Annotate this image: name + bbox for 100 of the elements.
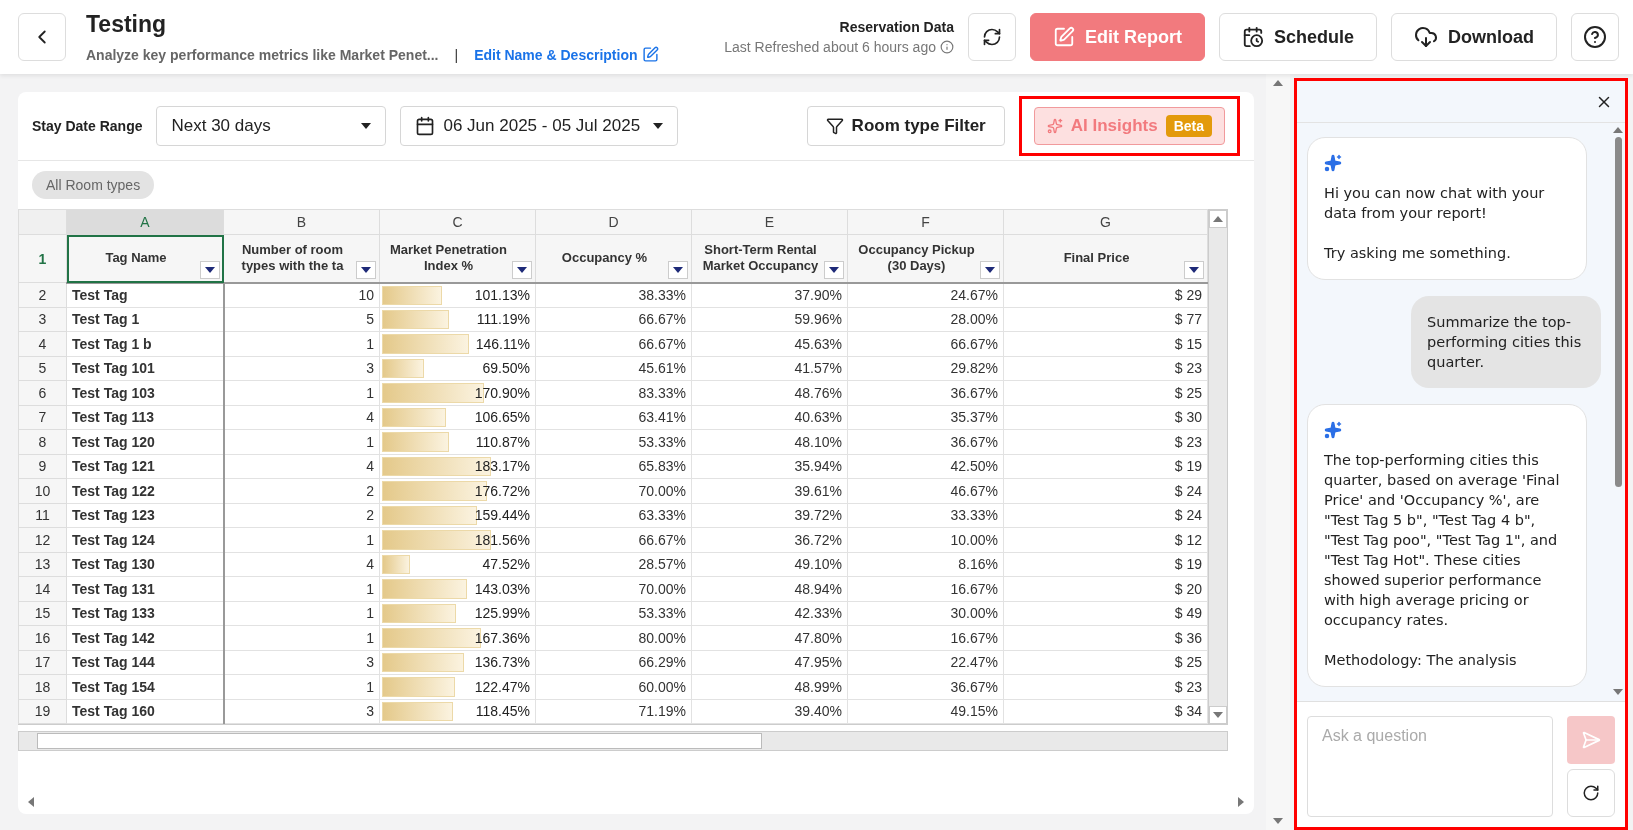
horizontal-scrollbar[interactable]	[18, 731, 1228, 751]
table-cell: 3	[223, 699, 380, 724]
scroll-up-icon[interactable]	[1613, 127, 1623, 133]
table-cell: 5	[223, 307, 380, 332]
table-cell: 48.76%	[691, 380, 848, 405]
filter-dropdown-button[interactable]	[980, 260, 1000, 279]
column-letter[interactable]: B	[223, 209, 380, 235]
table-cell: Test Tag 133	[66, 601, 224, 626]
download-button[interactable]: Download	[1391, 13, 1557, 61]
range-select[interactable]: Next 30 days	[156, 106, 387, 146]
table-cell: $ 30	[1003, 405, 1208, 430]
message-text: Hi you can now chat with your data from your report!	[1324, 184, 1546, 223]
vertical-scrollbar[interactable]	[1208, 209, 1228, 725]
table-cell: 66.67%	[535, 307, 692, 332]
filter-dropdown-button[interactable]	[512, 260, 532, 279]
question-input[interactable]: Ask a question	[1307, 716, 1553, 817]
table-cell: Test Tag 124	[66, 527, 224, 552]
scroll-down-icon[interactable]	[1613, 689, 1623, 695]
table-cell: $ 34	[1003, 699, 1208, 724]
data-bar-cell: 159.44%	[379, 503, 536, 528]
filter-chip[interactable]: All Room types	[32, 171, 155, 199]
scroll-left-icon[interactable]	[28, 797, 34, 807]
column-letter[interactable]: D	[535, 209, 692, 235]
table-cell: 10	[223, 282, 380, 307]
table-cell: 47.80%	[691, 625, 848, 650]
filter-dropdown-button[interactable]	[824, 260, 844, 279]
report-title: Testing	[86, 11, 168, 38]
table-cell: 35.94%	[691, 454, 848, 479]
table-cell: 8.16%	[847, 552, 1004, 577]
table-cell: 66.67%	[535, 331, 692, 356]
table-cell: 39.61%	[691, 478, 848, 503]
column-letter[interactable]: A	[66, 209, 224, 235]
table-cell: 49.15%	[847, 699, 1004, 724]
scroll-right-icon[interactable]	[1238, 797, 1244, 807]
row-number: 3	[18, 307, 67, 332]
sparkle-icon	[1324, 154, 1342, 172]
message-text: Methodology: The analysis	[1324, 651, 1518, 670]
date-range-select[interactable]: 06 Jun 2025 - 05 Jul 2025	[400, 106, 679, 146]
table-cell: 1	[223, 429, 380, 454]
filter-dropdown-button[interactable]	[200, 260, 220, 279]
row-number: 19	[18, 699, 67, 724]
table-cell: 39.40%	[691, 699, 848, 724]
scroll-down-icon[interactable]	[1213, 712, 1223, 718]
caret-icon	[1189, 266, 1199, 273]
row-number: 5	[18, 356, 67, 381]
table-cell: 66.29%	[535, 650, 692, 675]
scroll-up-icon[interactable]	[1273, 80, 1283, 86]
column-letter[interactable]: F	[847, 209, 1004, 235]
scroll-up-icon[interactable]	[1213, 216, 1223, 222]
message-text: The top-performing cities this quarter, based on average 'Final Price' and 'Occupancy %', are "Test Tag 5 b", "Test Tag 4 b", "Test Tag poo", "Test Tag 1", and "Test Tag Hot". These cities showed superior performance with high average pricing or occupancy rates.	[1324, 451, 1561, 630]
table-cell: Test Tag 142	[66, 625, 224, 650]
table-cell: Test Tag 122	[66, 478, 224, 503]
filter-dropdown-button[interactable]	[1184, 260, 1204, 279]
data-bar-cell: 183.17%	[379, 454, 536, 479]
table-cell: 29.82%	[847, 356, 1004, 381]
table-cell: 63.33%	[535, 503, 692, 528]
table-cell: 3	[223, 650, 380, 675]
help-button[interactable]	[1571, 13, 1619, 61]
column-header: Tag Name	[66, 234, 224, 283]
room-type-filter-button[interactable]: Room type Filter	[806, 106, 1005, 146]
caret-icon	[673, 266, 683, 273]
data-bar-cell: 146.11%	[379, 331, 536, 356]
data-bar-cell: 47.52%	[379, 552, 536, 577]
refresh-button[interactable]	[967, 13, 1016, 61]
table-cell: $ 19	[1003, 552, 1208, 577]
data-bar-cell: 122.47%	[379, 674, 536, 699]
table-cell: Test Tag 123	[66, 503, 224, 528]
row-number: 4	[18, 331, 67, 356]
column-letter[interactable]: G	[1003, 209, 1208, 235]
table-cell: Test Tag 1 b	[66, 331, 224, 356]
caret-icon	[361, 266, 371, 273]
table-cell: Test Tag 1	[66, 307, 224, 332]
row-number: 14	[18, 576, 67, 601]
schedule-button[interactable]: Schedule	[1218, 13, 1377, 61]
table-cell: 10.00%	[847, 527, 1004, 552]
caret-icon	[985, 266, 995, 273]
data-source-label: Reservation Data	[839, 19, 954, 35]
row-number: 9	[18, 454, 67, 479]
table-cell: $ 49	[1003, 601, 1208, 626]
data-bar-cell: 170.90%	[379, 380, 536, 405]
table-cell: $ 29	[1003, 282, 1208, 307]
table-cell: Test Tag 113	[66, 405, 224, 430]
table-cell: 1	[223, 674, 380, 699]
column-letter[interactable]: C	[379, 209, 536, 235]
table-cell: 1	[223, 331, 380, 356]
table-cell: 2	[223, 503, 380, 528]
table-cell: $ 36	[1003, 625, 1208, 650]
edit-name-link[interactable]: Edit Name & Description	[474, 46, 659, 63]
table-cell: 38.33%	[535, 282, 692, 307]
reset-button[interactable]	[1567, 769, 1615, 817]
table-cell: 63.41%	[535, 405, 692, 430]
caret-icon	[205, 266, 215, 273]
table-cell: 60.00%	[535, 674, 692, 699]
table-cell: 2	[223, 478, 380, 503]
caret-icon	[517, 266, 527, 273]
table-cell: 36.67%	[847, 380, 1004, 405]
filter-dropdown-button[interactable]	[356, 260, 376, 279]
scroll-down-icon[interactable]	[1273, 818, 1283, 824]
column-letter[interactable]: E	[691, 209, 848, 235]
filter-dropdown-button[interactable]	[668, 260, 688, 279]
